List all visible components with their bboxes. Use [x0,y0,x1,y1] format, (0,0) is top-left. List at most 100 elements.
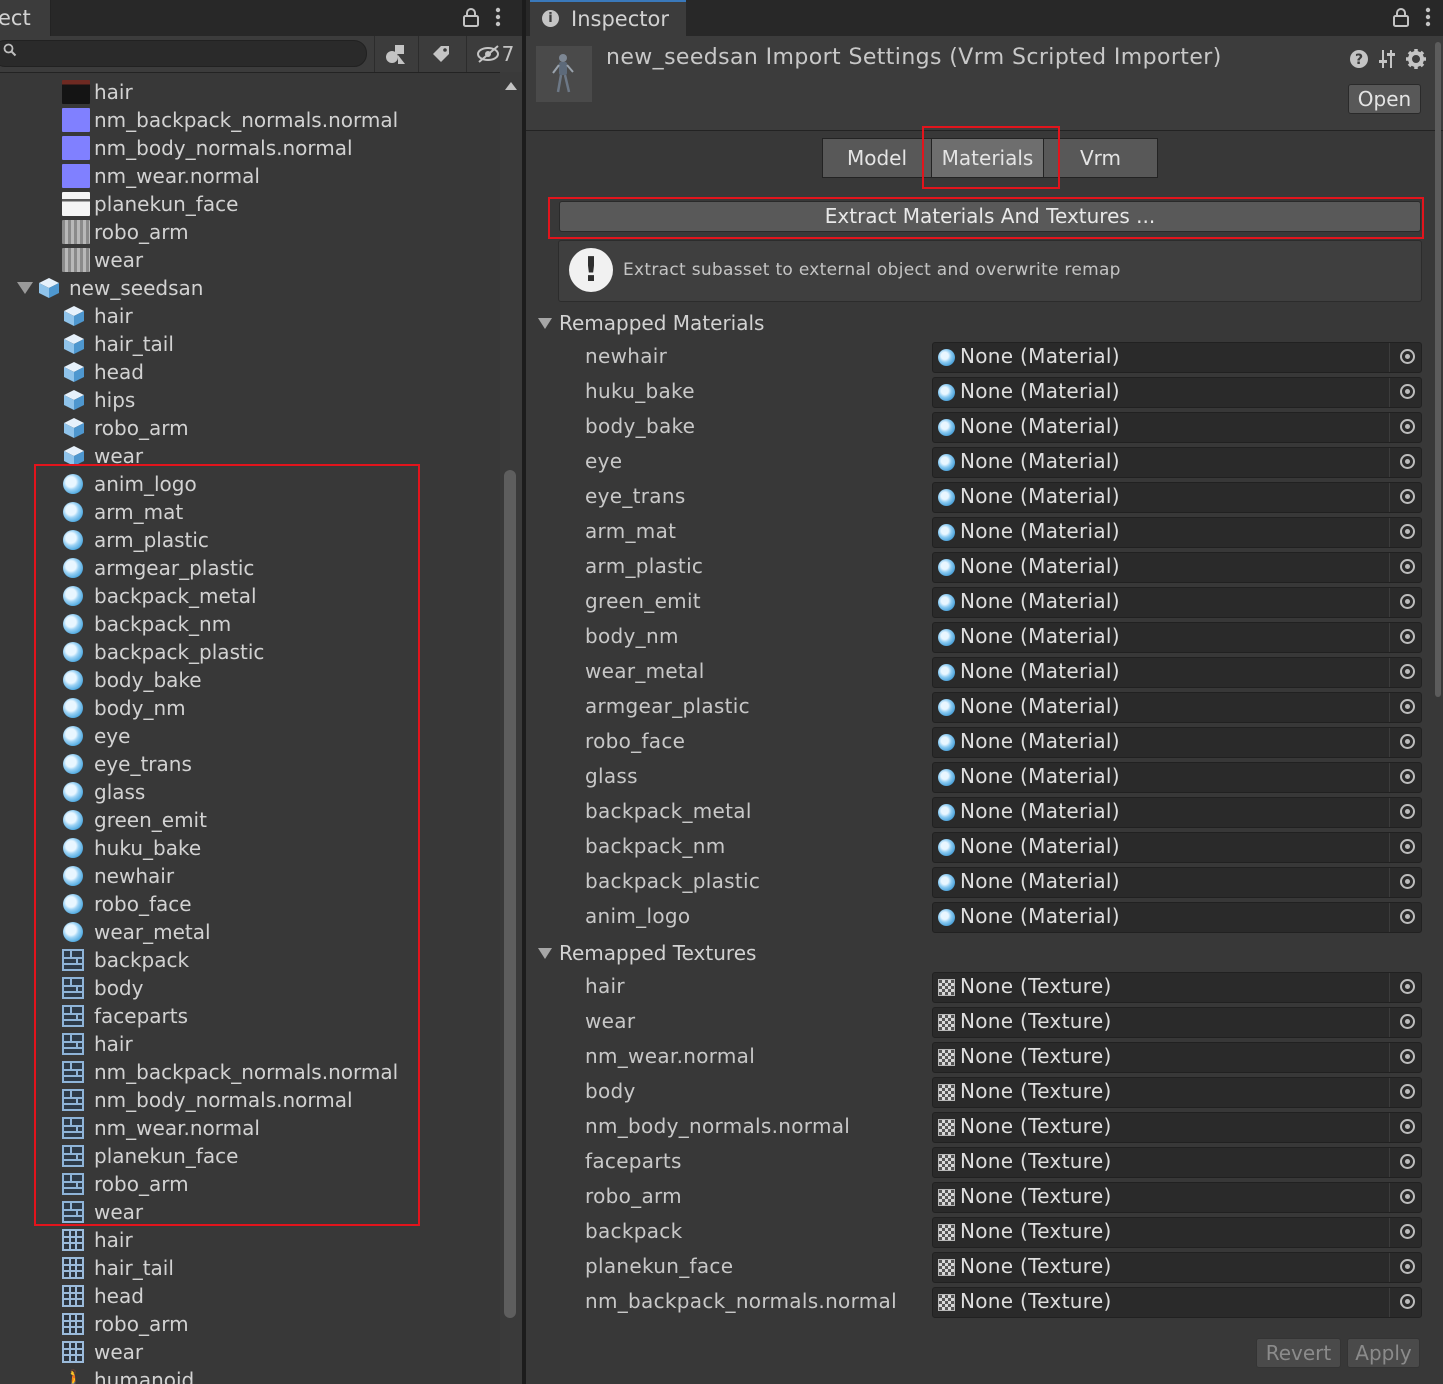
tree-item[interactable]: eye [62,722,500,750]
tree-item[interactable]: head [62,1282,500,1310]
material-object-field[interactable]: None (Material) [932,517,1422,548]
scrollbar-thumb[interactable] [1435,42,1441,697]
tree-item[interactable]: new_seedsan [17,274,500,302]
scrollbar-thumb[interactable] [504,470,516,1318]
texture-object-field[interactable]: None (Texture) [932,1252,1422,1283]
gear-icon[interactable] [1405,48,1427,75]
tree-item[interactable]: body_bake [62,666,500,694]
tree-item[interactable]: glass [62,778,500,806]
tree-item[interactable]: faceparts [62,1002,500,1030]
tree-item[interactable]: backpack_metal [62,582,500,610]
material-object-field[interactable]: None (Material) [932,377,1422,408]
object-picker-icon[interactable] [1400,1224,1415,1239]
tree-item[interactable]: wear_metal [62,918,500,946]
material-object-field[interactable]: None (Material) [932,412,1422,443]
object-picker-icon[interactable] [1400,699,1415,714]
tree-item[interactable]: robo_arm [62,1170,500,1198]
material-object-field[interactable]: None (Material) [932,762,1422,793]
material-object-field[interactable]: None (Material) [932,482,1422,513]
tree-item[interactable]: nm_wear.normal [62,162,500,190]
object-picker-icon[interactable] [1400,1119,1415,1134]
tree-item[interactable]: hair [62,78,500,106]
project-tab[interactable]: ect [0,0,51,36]
kebab-menu-icon[interactable] [1424,6,1432,33]
extract-materials-and-textures-button[interactable]: Extract Materials And Textures ... [559,201,1421,232]
object-picker-icon[interactable] [1400,594,1415,609]
foldout-arrow-icon[interactable] [17,282,33,294]
object-picker-icon[interactable] [1400,804,1415,819]
material-object-field[interactable]: None (Material) [932,622,1422,653]
object-picker-icon[interactable] [1400,874,1415,889]
lock-icon[interactable] [462,7,480,32]
tree-item[interactable]: nm_wear.normal [62,1114,500,1142]
tree-item[interactable]: hair_tail [62,1254,500,1282]
material-object-field[interactable]: None (Material) [932,552,1422,583]
tree-item[interactable]: hair [62,1030,500,1058]
tree-item[interactable]: hair_tail [62,330,500,358]
material-object-field[interactable]: None (Material) [932,727,1422,758]
tree-item[interactable]: backpack_nm [62,610,500,638]
tab-vrm[interactable]: Vrm [1043,138,1158,178]
texture-object-field[interactable]: None (Texture) [932,1112,1422,1143]
tree-item[interactable]: body [62,974,500,1002]
object-picker-icon[interactable] [1400,909,1415,924]
tree-item[interactable]: arm_mat [62,498,500,526]
object-picker-icon[interactable] [1400,489,1415,504]
inspector-scrollbar[interactable] [1432,40,1443,1384]
lock-icon[interactable] [1392,7,1410,32]
texture-object-field[interactable]: None (Texture) [932,1147,1422,1178]
tree-item[interactable]: hair [62,302,500,330]
material-object-field[interactable]: None (Material) [932,447,1422,478]
material-object-field[interactable]: None (Material) [932,902,1422,933]
kebab-menu-icon[interactable] [494,6,502,33]
material-object-field[interactable]: None (Material) [932,867,1422,898]
tree-item[interactable]: arm_plastic [62,526,500,554]
texture-object-field[interactable]: None (Texture) [932,1182,1422,1213]
tree-item[interactable]: planekun_face [62,190,500,218]
texture-object-field[interactable]: None (Texture) [932,1042,1422,1073]
tree-item[interactable]: robo_arm [62,414,500,442]
tree-item[interactable]: armgear_plastic [62,554,500,582]
object-picker-icon[interactable] [1400,1014,1415,1029]
tree-item[interactable]: hips [62,386,500,414]
open-button[interactable]: Open [1348,84,1421,114]
object-picker-icon[interactable] [1400,1294,1415,1309]
tree-item[interactable]: huku_bake [62,834,500,862]
texture-object-field[interactable]: None (Texture) [932,1287,1422,1318]
inspector-tab[interactable]: i Inspector [530,0,686,36]
project-scrollbar[interactable] [500,72,522,1384]
object-picker-icon[interactable] [1400,1259,1415,1274]
tree-item[interactable]: anim_logo [62,470,500,498]
tree-item[interactable]: wear [62,1338,500,1366]
tree-item[interactable]: backpack [62,946,500,974]
search-input[interactable] [0,40,367,67]
search-by-type-button[interactable] [374,36,415,72]
object-picker-icon[interactable] [1400,1049,1415,1064]
object-picker-icon[interactable] [1400,559,1415,574]
tree-item[interactable]: body_nm [62,694,500,722]
help-icon[interactable]: ? [1349,49,1369,74]
tree-item[interactable]: robo_arm [62,218,500,246]
material-object-field[interactable]: None (Material) [932,587,1422,618]
tab-materials[interactable]: Materials [931,138,1044,178]
object-picker-icon[interactable] [1400,454,1415,469]
material-object-field[interactable]: None (Material) [932,832,1422,863]
object-picker-icon[interactable] [1400,629,1415,644]
material-object-field[interactable]: None (Material) [932,797,1422,828]
search-by-label-button[interactable] [418,36,463,72]
hidden-packages-toggle[interactable]: 7 [466,36,522,72]
object-picker-icon[interactable] [1400,524,1415,539]
texture-object-field[interactable]: None (Texture) [932,972,1422,1003]
material-object-field[interactable]: None (Material) [932,692,1422,723]
object-picker-icon[interactable] [1400,419,1415,434]
object-picker-icon[interactable] [1400,734,1415,749]
tree-item[interactable]: eye_trans [62,750,500,778]
texture-object-field[interactable]: None (Texture) [932,1007,1422,1038]
tree-item[interactable]: robo_arm [62,1310,500,1338]
tree-item[interactable]: nm_body_normals.normal [62,134,500,162]
tree-item[interactable]: robo_face [62,890,500,918]
tree-item[interactable]: hair [62,1226,500,1254]
texture-object-field[interactable]: None (Texture) [932,1217,1422,1248]
tree-item[interactable]: green_emit [62,806,500,834]
material-object-field[interactable]: None (Material) [932,342,1422,373]
